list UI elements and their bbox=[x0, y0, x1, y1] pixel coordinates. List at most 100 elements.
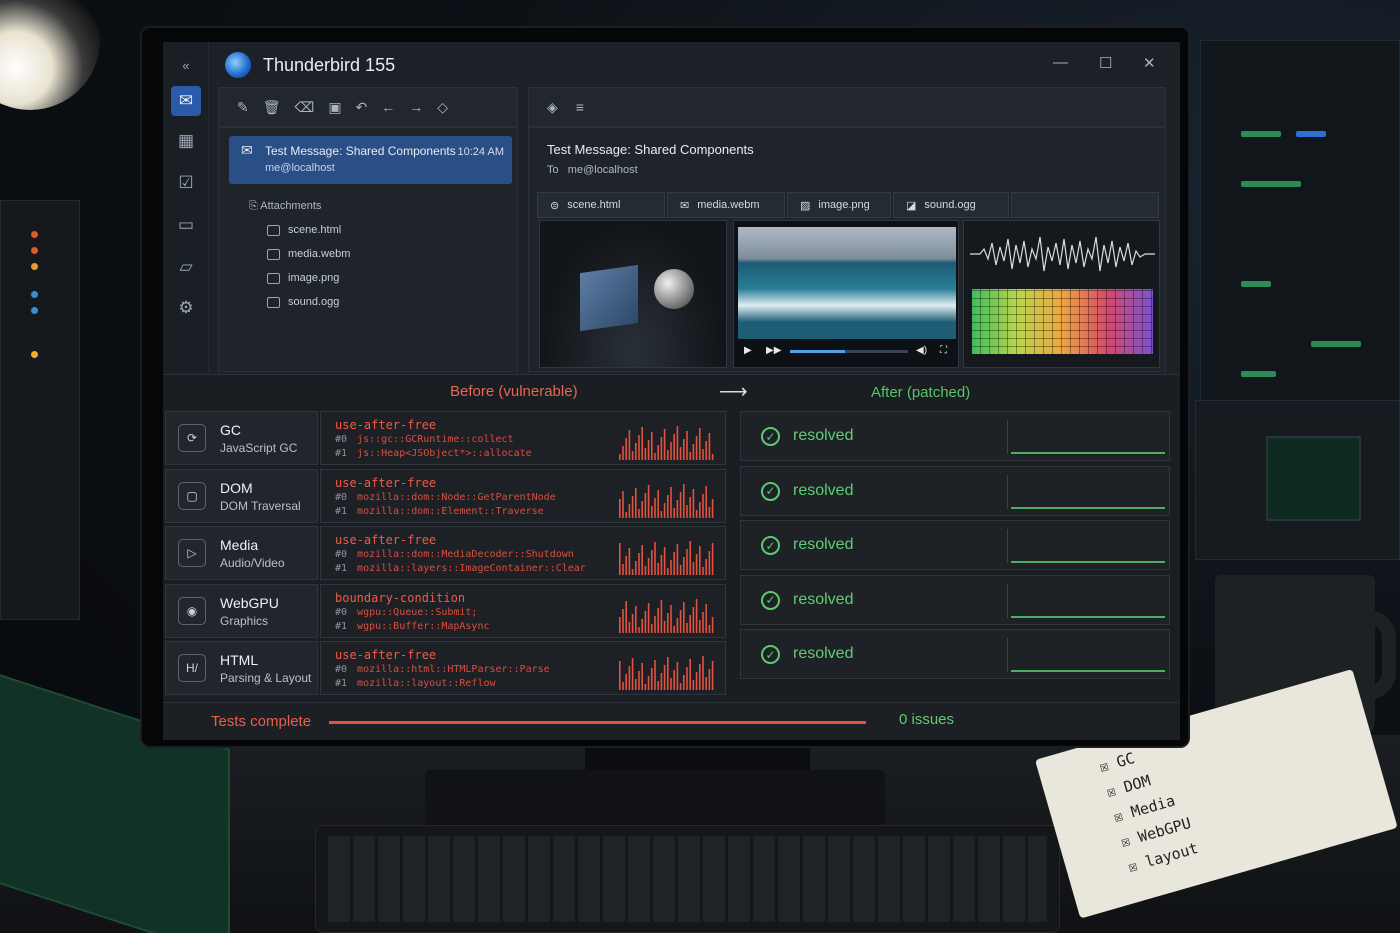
spike-bar bbox=[644, 492, 647, 518]
stack-frame: #0 wgpu::Queue::Submit; bbox=[335, 606, 478, 618]
tests-status: Tests complete bbox=[211, 713, 312, 730]
attachments-header[interactable]: ⎘ Attachments bbox=[249, 200, 321, 213]
mail-icon[interactable]: ✉ bbox=[171, 86, 201, 116]
tab-sound[interactable]: ◪ sound.ogg bbox=[893, 192, 1009, 218]
spike-bar bbox=[631, 495, 634, 518]
archive-icon[interactable]: ▣ bbox=[328, 99, 341, 116]
bug-kind: use-after-free bbox=[335, 533, 437, 547]
spike-bar bbox=[625, 438, 627, 460]
message-reader: Test Message: Shared Components To me@lo… bbox=[528, 127, 1166, 372]
attachment-item[interactable]: media.webm bbox=[267, 248, 350, 260]
spike-bar bbox=[622, 446, 624, 460]
html-icon: H/ bbox=[178, 654, 206, 682]
video-player[interactable]: ▶ ▶▶ ◀) ⛶ bbox=[733, 220, 959, 368]
spike-bar bbox=[641, 427, 643, 460]
volume-icon[interactable]: ◀) bbox=[916, 345, 927, 356]
spike-bar bbox=[625, 674, 627, 690]
spike-bar bbox=[695, 598, 698, 633]
tab-scene[interactable]: ⊜ scene.html bbox=[537, 192, 665, 218]
crash-trace[interactable]: boundary-condition #0 wgpu::Queue::Submit;… bbox=[320, 583, 726, 638]
oscilloscope bbox=[1195, 400, 1400, 560]
audio-file-icon: ◪ bbox=[906, 199, 917, 212]
spike-bar bbox=[692, 488, 695, 518]
patched-result[interactable]: ✓ resolved bbox=[740, 465, 1170, 516]
patched-result[interactable]: ✓ resolved bbox=[740, 520, 1170, 570]
tasks-icon[interactable]: ☑ bbox=[171, 168, 201, 198]
test-category[interactable]: ◉ WebGPU Graphics bbox=[165, 583, 318, 638]
collapse-icon[interactable]: « bbox=[171, 50, 201, 80]
spike-bar bbox=[619, 543, 621, 575]
spike-bar bbox=[670, 442, 672, 460]
junk-icon[interactable]: ⌫ bbox=[295, 99, 315, 116]
category-subtitle: Graphics bbox=[220, 613, 269, 628]
test-category[interactable]: ▷ Media Audio/Video bbox=[165, 526, 318, 580]
tab-media[interactable]: ✉ media.webm bbox=[667, 192, 785, 218]
spike-bar bbox=[679, 565, 682, 575]
crash-trace[interactable]: use-after-free #0 js::gc::GCRuntime::colle… bbox=[320, 411, 726, 465]
spike-bar bbox=[644, 610, 647, 633]
settings-icon[interactable]: ⚙ bbox=[171, 293, 201, 323]
label-icon[interactable]: ◈ bbox=[547, 99, 558, 116]
chat-icon[interactable]: ▭ bbox=[171, 210, 201, 240]
spike-bar bbox=[667, 612, 669, 633]
tab-image[interactable]: ▨ image.png bbox=[787, 192, 891, 218]
error-spike-chart bbox=[619, 598, 714, 633]
spike-bar bbox=[708, 506, 711, 518]
tag-icon[interactable]: ◇ bbox=[437, 99, 448, 116]
flatline-chart bbox=[1011, 561, 1165, 563]
thunderbird-window: « ✉ ▦ ☑ ▭ ▱ ⚙ Thunderbird 155 — ☐ ✕ ✎ 🗑 … bbox=[163, 42, 1180, 740]
message-row[interactable]: ✉ Test Message: Shared Components me@loc… bbox=[229, 136, 512, 184]
play-icon[interactable]: ▶ bbox=[744, 345, 752, 356]
test-category[interactable]: ⟳ GC JavaScript GC bbox=[165, 411, 318, 465]
video-progress[interactable] bbox=[790, 350, 908, 353]
close-icon[interactable]: ✕ bbox=[1143, 54, 1156, 72]
crash-trace[interactable]: use-after-free #0 mozilla::dom::MediaDecod… bbox=[320, 526, 726, 580]
test-category[interactable]: H/HTML Parsing & Layout bbox=[165, 641, 318, 695]
spike-bar bbox=[660, 555, 663, 575]
fullscreen-icon[interactable]: ⛶ bbox=[940, 345, 947, 356]
waveform bbox=[970, 236, 1155, 272]
video-controls: ▶ ▶▶ ◀) ⛶ bbox=[744, 345, 954, 359]
calendar-icon[interactable]: ▦ bbox=[171, 126, 201, 156]
patched-result[interactable]: ✓ resolved bbox=[740, 629, 1170, 679]
spike-bar bbox=[654, 453, 656, 460]
spike-bar bbox=[641, 545, 643, 575]
forward-icon[interactable]: → bbox=[409, 99, 423, 115]
spike-bar bbox=[628, 503, 631, 518]
crash-trace[interactable]: use-after-free #0 mozilla::dom::Node::GetP… bbox=[320, 468, 726, 523]
delete-icon[interactable]: 🗑 bbox=[263, 99, 281, 116]
audio-preview[interactable] bbox=[963, 220, 1160, 368]
skip-icon[interactable]: ▶▶ bbox=[766, 345, 781, 356]
spike-bar bbox=[647, 602, 650, 633]
spike-bar bbox=[679, 491, 682, 518]
attachment-item[interactable]: sound.ogg bbox=[267, 296, 339, 308]
spike-bar bbox=[670, 560, 672, 575]
minimize-icon[interactable]: — bbox=[1053, 54, 1068, 71]
stack-frame: #1 mozilla::layout::Reflow bbox=[335, 678, 496, 689]
progress-bar bbox=[329, 721, 866, 724]
check-circle-icon: ✓ bbox=[761, 536, 780, 555]
spike-bar bbox=[689, 496, 691, 518]
tab-empty bbox=[1011, 192, 1159, 218]
compose-icon[interactable]: ✎ bbox=[237, 99, 249, 116]
spike-bar bbox=[657, 445, 659, 460]
scene-preview[interactable] bbox=[539, 220, 727, 368]
reply-icon[interactable]: ↶ bbox=[356, 99, 368, 116]
patched-result[interactable]: ✓ resolved bbox=[740, 574, 1170, 625]
spike-bar bbox=[686, 667, 688, 690]
spike-bar bbox=[705, 559, 707, 575]
menu-icon[interactable]: ≡ bbox=[576, 99, 584, 115]
video-file-icon: ✉ bbox=[680, 199, 690, 212]
crash-trace[interactable]: use-after-free #0 mozilla::html::HTMLParse… bbox=[320, 641, 726, 695]
maximize-icon[interactable]: ☐ bbox=[1099, 54, 1112, 72]
spike-bar bbox=[708, 624, 711, 633]
patched-result[interactable]: ✓ resolved bbox=[740, 411, 1170, 461]
reply-all-icon[interactable]: ← bbox=[381, 99, 395, 115]
folder-icon[interactable]: ▱ bbox=[171, 252, 201, 282]
divider bbox=[1007, 420, 1008, 454]
spike-bar bbox=[686, 549, 688, 575]
attachment-item[interactable]: image.png bbox=[267, 272, 339, 284]
flatline-chart bbox=[1011, 506, 1165, 509]
test-category[interactable]: ▢ DOM DOM Traversal bbox=[165, 468, 318, 523]
attachment-item[interactable]: scene.html bbox=[267, 224, 341, 236]
